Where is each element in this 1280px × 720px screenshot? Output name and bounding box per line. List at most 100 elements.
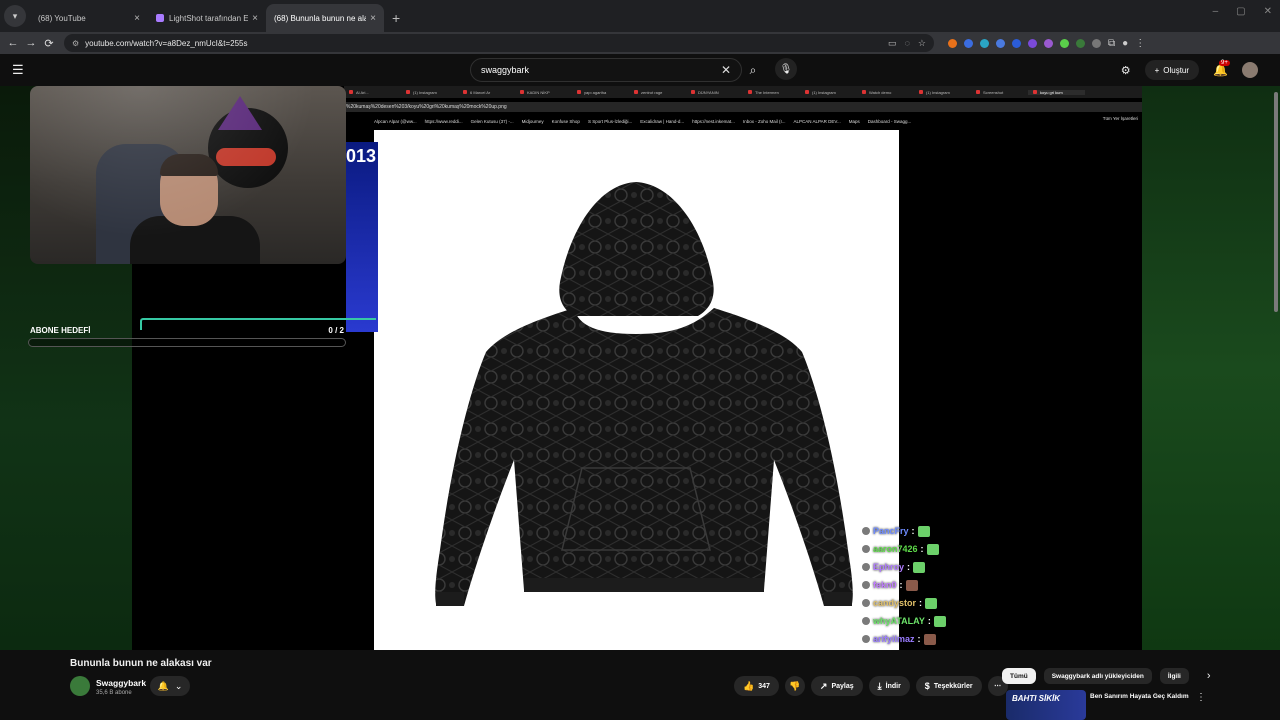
captured-tab-title: koyu gri kum bbox=[1040, 89, 1063, 95]
thanks-button[interactable]: $ Teşekkürler bbox=[915, 676, 982, 696]
youtube-page: ☰ swaggybark ✕ ⌕ 🎙 ⚙ + Oluştur 🔔 9+ Al A… bbox=[0, 54, 1280, 720]
maximize-icon[interactable]: ▢ bbox=[1236, 6, 1245, 17]
channel-subscribers: 35,6 B abone bbox=[96, 690, 132, 696]
clear-search-icon[interactable]: ✕ bbox=[721, 63, 731, 77]
install-icon[interactable]: ▭ bbox=[888, 38, 897, 49]
extension-icon[interactable] bbox=[1028, 38, 1037, 48]
browser-tab-lightshot[interactable]: LightShot tarafından Ekran Gör × bbox=[148, 4, 266, 32]
like-button[interactable]: 👍 347 bbox=[734, 676, 779, 696]
extension-icon[interactable] bbox=[1076, 38, 1085, 48]
new-tab-button[interactable]: + bbox=[392, 10, 400, 26]
browser-menu-icon[interactable]: ⋮ bbox=[1135, 38, 1145, 49]
site-info-icon[interactable]: ⚙ bbox=[72, 39, 79, 48]
recommendation-thumbnail[interactable]: BAHTI SİKİK bbox=[1006, 690, 1086, 720]
microphone-icon[interactable]: 🎙 bbox=[775, 58, 797, 80]
captured-favicon-icon bbox=[520, 90, 524, 94]
dislike-button[interactable]: 👎 bbox=[784, 676, 805, 696]
captured-tab: koyu gri kum bbox=[1028, 89, 1085, 95]
notifications-button[interactable]: 🔔 9+ bbox=[1213, 60, 1230, 77]
captured-tab: (1) Instagram bbox=[914, 90, 971, 95]
page-scrollbar[interactable] bbox=[1274, 92, 1278, 312]
bookmark-star-icon[interactable]: ☆ bbox=[918, 38, 926, 49]
video-player[interactable]: Al Ari... (1) Instagram 6 Marcel Ar KADIN N… bbox=[0, 86, 1280, 650]
extension-icon[interactable] bbox=[1092, 38, 1101, 48]
captured-bookmark: Inbox - Zoho Mail (I... bbox=[742, 118, 786, 124]
channel-name[interactable]: Swaggybark bbox=[96, 678, 146, 688]
more-vert-icon[interactable]: ⋮ bbox=[1196, 692, 1206, 703]
sub-goal-bar bbox=[28, 338, 346, 347]
overlay-frame-line bbox=[140, 318, 376, 330]
extension-icon[interactable] bbox=[948, 38, 957, 48]
recommendation-title[interactable]: Ben Sanırım Hayata Geç Kaldım bbox=[1090, 692, 1190, 701]
filter-chip-all[interactable]: Tümü bbox=[1002, 668, 1036, 684]
back-icon[interactable]: ← bbox=[4, 37, 22, 49]
thanks-icon: $ bbox=[924, 681, 930, 691]
filter-chip-related[interactable]: İlgili bbox=[1159, 668, 1189, 684]
captured-favicon-icon bbox=[976, 90, 980, 94]
gear-icon[interactable]: ⚙ bbox=[1121, 64, 1131, 77]
tab-search-button[interactable]: ▾ bbox=[4, 5, 26, 27]
profile-icon[interactable]: ● bbox=[1122, 38, 1128, 49]
captured-tab-title: (1) Instagram bbox=[812, 89, 836, 95]
chat-message: PancFry: bbox=[862, 522, 982, 540]
address-bar[interactable]: ⚙ youtube.com/watch?v=a8Dez_nmUcI&t=255s… bbox=[64, 34, 934, 52]
extensions-puzzle-icon[interactable]: ⧉ bbox=[1108, 38, 1115, 49]
reload-icon[interactable]: ⟳ bbox=[40, 37, 58, 50]
extension-icon[interactable] bbox=[964, 38, 973, 48]
filter-chip-uploader[interactable]: Swaggybark adlı yükleyiciden bbox=[1043, 668, 1152, 684]
forward-icon[interactable]: → bbox=[22, 37, 40, 49]
search-icon[interactable]: ⌕ bbox=[742, 58, 764, 82]
captured-tab: zentrot rage bbox=[629, 90, 686, 95]
tab-title: LightShot tarafından Ekran Gör bbox=[169, 13, 249, 23]
lightshot-favicon-icon bbox=[156, 14, 164, 22]
search-input[interactable]: swaggybark ✕ bbox=[470, 58, 742, 82]
captured-tab-title: DÜNYANIN bbox=[698, 89, 719, 95]
all-bookmarks: Tüm Yer İşaretleri bbox=[1102, 116, 1138, 121]
chat-username: arifyilmaz bbox=[873, 634, 915, 644]
captured-url: %20kumaş%20desen%203/koyu%20gri%20kumaş%… bbox=[346, 104, 507, 110]
chat-badge-icon bbox=[862, 527, 870, 535]
extension-icon[interactable] bbox=[1012, 38, 1021, 48]
download-button[interactable]: ⤓ İndir bbox=[868, 676, 910, 696]
tab-title: (68) Bununla bunun ne alakası bbox=[274, 13, 367, 23]
more-icon: ⋯ bbox=[994, 683, 1002, 690]
bell-icon: 🔔 bbox=[157, 680, 169, 691]
captured-favicon-icon bbox=[748, 90, 752, 94]
eye-off-icon[interactable]: ◌ bbox=[905, 38, 910, 48]
extensions-row: ⧉ ● ⋮ bbox=[948, 38, 1145, 49]
tab-close-icon[interactable]: × bbox=[252, 13, 258, 24]
captured-tab: KADIN NİKP bbox=[515, 90, 572, 95]
browser-tab-youtube[interactable]: (68) YouTube × bbox=[30, 4, 148, 66]
chat-emote-icon bbox=[913, 561, 926, 573]
chat-badge-icon bbox=[862, 581, 870, 589]
chat-message: Ephroy: bbox=[862, 558, 982, 576]
captured-browser: Al Ari... (1) Instagram 6 Marcel Ar KADIN N… bbox=[344, 86, 1142, 650]
captured-bookmark: ALPCAN ALPAR DEV... bbox=[793, 118, 841, 124]
thumbs-up-icon: 👍 bbox=[743, 680, 755, 691]
tab-close-icon[interactable]: × bbox=[370, 13, 376, 24]
hamburger-menu-icon[interactable]: ☰ bbox=[12, 62, 24, 78]
download-label: İndir bbox=[885, 682, 901, 690]
extension-icon[interactable] bbox=[1060, 38, 1069, 48]
create-button[interactable]: + Oluştur bbox=[1144, 60, 1200, 80]
captured-favicon-icon bbox=[862, 90, 866, 94]
minimize-icon[interactable]: – bbox=[1213, 6, 1219, 17]
captured-tab: 6 Marcel Ar bbox=[458, 90, 515, 95]
extension-icon[interactable] bbox=[1044, 38, 1053, 48]
captured-tab: yapı agartha bbox=[572, 90, 629, 95]
captured-bookmark: Excalidraw | Hand-d... bbox=[640, 118, 685, 124]
channel-avatar[interactable] bbox=[70, 676, 90, 696]
captured-favicon-icon bbox=[349, 90, 353, 94]
tab-close-icon[interactable]: × bbox=[134, 13, 140, 24]
chat-badge-icon bbox=[862, 599, 870, 607]
chat-username: candystor bbox=[873, 598, 917, 608]
close-window-icon[interactable]: ✕ bbox=[1264, 6, 1272, 17]
account-avatar[interactable] bbox=[1242, 62, 1258, 78]
subscribe-bell-button[interactable]: 🔔 ⌄ bbox=[150, 676, 190, 696]
share-button[interactable]: ↗ Paylaş bbox=[810, 676, 863, 696]
chevron-right-icon[interactable]: › bbox=[1207, 670, 1211, 682]
browser-tab-video[interactable]: (68) Bununla bunun ne alakası × bbox=[266, 4, 384, 66]
extension-icon[interactable] bbox=[996, 38, 1005, 48]
extension-icon[interactable] bbox=[980, 38, 989, 48]
notification-badge: 9+ bbox=[1219, 60, 1230, 66]
